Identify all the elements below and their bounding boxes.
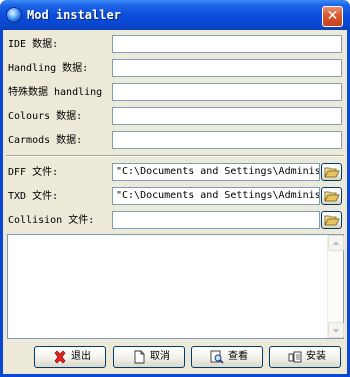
carmods-data-label: Carmods 数据: [8,135,83,146]
txd-file-field[interactable]: "C:\Documents and Settings\Adminis [112,187,320,205]
mod-installer-window: Mod installer ✕ IDE 数据: Handling 数据: 特殊数… [0,0,350,377]
colours-data-label: Colours 数据: [8,111,83,122]
log-textarea[interactable] [7,234,344,339]
txd-browse-button[interactable] [321,187,342,205]
view-button-label: 查看 [228,351,248,362]
collision-file-label: Collision 文件: [8,215,95,226]
magnifier-icon [210,350,224,364]
red-x-icon [54,350,66,364]
ide-data-field[interactable] [112,35,342,53]
dff-browse-button[interactable] [321,163,342,181]
scroll-down-button[interactable] [328,322,344,338]
handling-data-field[interactable] [112,59,342,77]
collision-browse-button[interactable] [321,211,342,229]
install-icon [288,351,302,363]
txd-file-label: TXD 文件: [8,191,59,202]
install-button[interactable]: 安装 [269,346,341,368]
arrow-down-icon [333,329,339,333]
exit-button-label: 退出 [71,351,91,362]
title-bar[interactable]: Mod installer ✕ [0,0,350,30]
carmods-data-field[interactable] [112,131,342,149]
open-folder-icon [324,191,340,202]
cancel-button[interactable]: 取消 [113,346,185,368]
view-button[interactable]: 查看 [191,346,263,368]
special-handling-label: 特殊数据 handling [8,87,103,98]
cancel-button-label: 取消 [150,351,170,362]
colours-data-field[interactable] [112,107,342,125]
section-divider [6,155,344,157]
dff-file-field[interactable]: "C:\Documents and Settings\Adminis [112,163,320,181]
ide-data-label: IDE 数据: [8,39,59,50]
handling-data-label: Handling 数据: [8,63,89,74]
collision-file-field[interactable] [112,211,320,229]
special-handling-field[interactable] [112,83,342,101]
close-icon: ✕ [326,8,339,24]
exit-button[interactable]: 退出 [34,346,106,368]
window-title: Mod installer [27,8,121,22]
document-icon [134,350,145,364]
client-area: IDE 数据: Handling 数据: 特殊数据 handling Colou… [3,30,347,374]
globe-icon [6,7,22,23]
vertical-scrollbar[interactable] [327,235,344,338]
arrow-up-icon [333,241,339,245]
install-button-label: 安装 [306,351,326,362]
open-folder-icon [324,167,340,178]
dff-file-label: DFF 文件: [8,167,59,178]
scroll-up-button[interactable] [328,235,344,251]
close-button[interactable]: ✕ [322,6,343,27]
open-folder-icon [324,215,340,226]
